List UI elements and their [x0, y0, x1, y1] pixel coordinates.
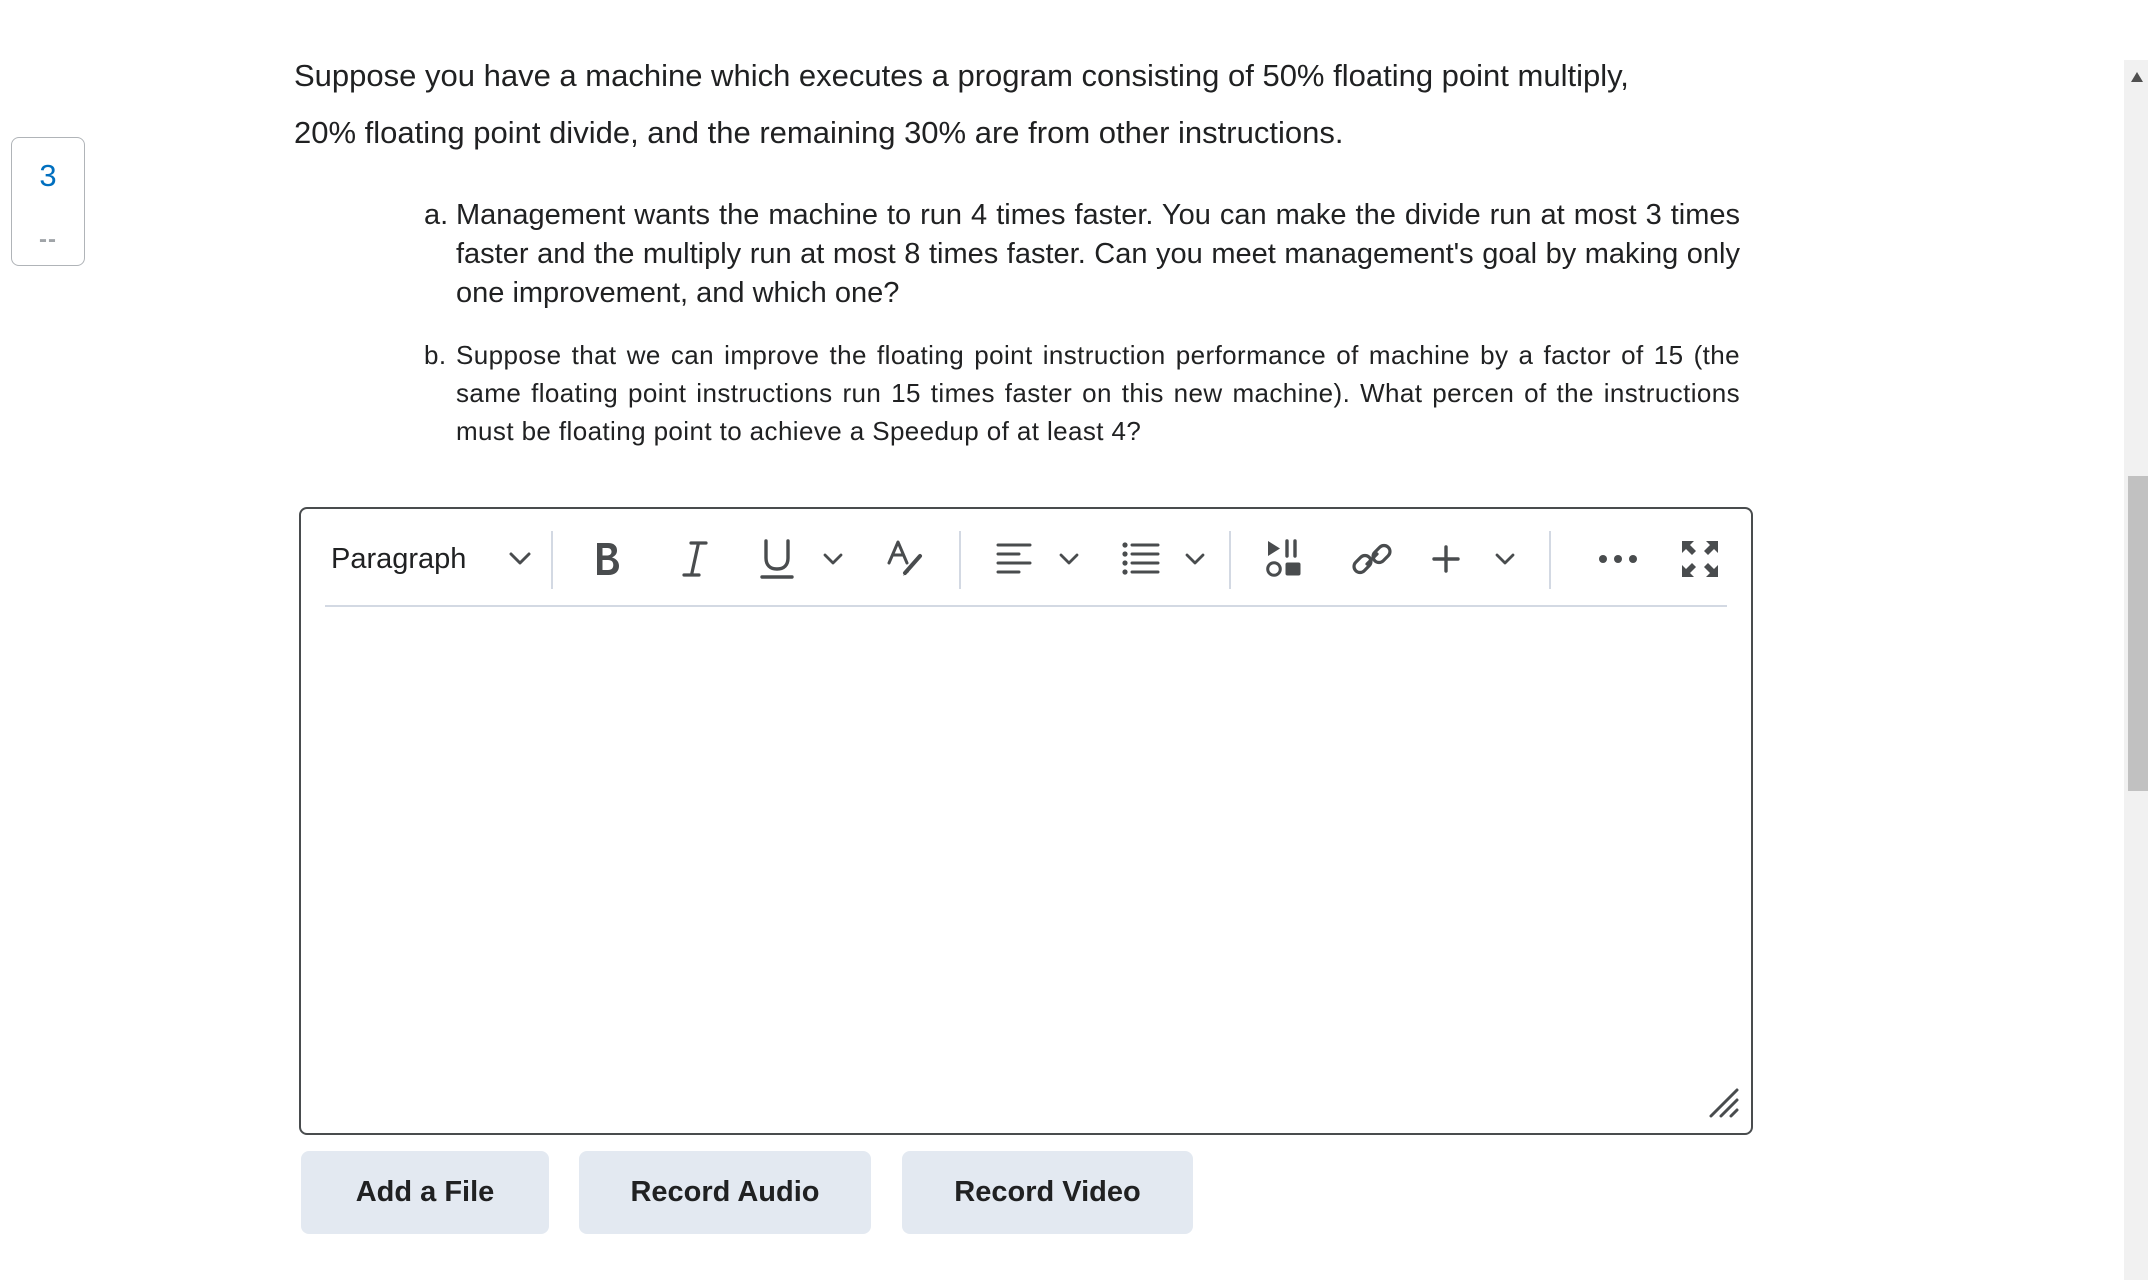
- toolbar-divider: [1229, 531, 1231, 589]
- answer-editor[interactable]: Paragraph: [299, 507, 1753, 1135]
- part-a-text: Management wants the machine to run 4 ti…: [456, 199, 1740, 309]
- chevron-down-icon: [1185, 553, 1205, 566]
- format-dropdown-label: Paragraph: [331, 542, 467, 575]
- format-dropdown[interactable]: Paragraph: [331, 531, 531, 587]
- insert-media-icon: [1265, 539, 1305, 579]
- question-part-b: b. Suppose that we can improve the float…: [418, 336, 1740, 450]
- insert-media-button[interactable]: [1260, 531, 1310, 587]
- scroll-up-arrow-icon[interactable]: [2130, 70, 2144, 88]
- question-intro-line-2: 20% floating point divide, and the remai…: [294, 115, 1344, 150]
- scrollbar-thumb[interactable]: [2128, 476, 2148, 791]
- chevron-down-icon: [1059, 553, 1079, 566]
- align-button[interactable]: [995, 531, 1079, 587]
- toolbar-divider: [959, 531, 961, 589]
- text-style-button[interactable]: [880, 531, 930, 587]
- list-button[interactable]: [1121, 531, 1205, 587]
- record-audio-button[interactable]: Record Audio: [579, 1151, 871, 1234]
- page-scrollbar[interactable]: [2124, 60, 2148, 1280]
- question-parts: a. Management wants the machine to run 4…: [418, 196, 1740, 450]
- editor-content-area[interactable]: [325, 609, 1727, 1113]
- more-options-icon: [1598, 554, 1638, 564]
- question-status: --: [39, 226, 57, 253]
- question-number: 3: [39, 158, 57, 193]
- question-intro: Suppose you have a machine which execute…: [294, 47, 1754, 161]
- insert-button[interactable]: [1431, 531, 1515, 587]
- chevron-down-icon: [509, 552, 531, 566]
- bold-button[interactable]: [581, 531, 633, 587]
- link-icon: [1352, 539, 1392, 579]
- bold-icon: [592, 540, 622, 578]
- text-style-icon: [885, 539, 925, 579]
- italic-icon: [682, 540, 708, 578]
- toolbar-divider: [551, 531, 553, 589]
- quiz-page: 3 -- Suppose you have a machine which ex…: [0, 0, 2148, 1280]
- question-number-card[interactable]: 3 --: [11, 137, 85, 266]
- align-left-icon: [995, 541, 1033, 577]
- editor-toolbar: Paragraph: [325, 517, 1727, 607]
- toolbar-divider: [1549, 531, 1551, 589]
- bulleted-list-icon: [1121, 540, 1161, 578]
- underline-icon: [759, 538, 795, 580]
- underline-button[interactable]: [759, 531, 843, 587]
- chevron-down-icon: [823, 553, 843, 566]
- chevron-down-icon: [1495, 553, 1515, 566]
- fullscreen-icon: [1680, 539, 1720, 579]
- add-file-button[interactable]: Add a File: [301, 1151, 549, 1234]
- part-a-marker: a.: [424, 199, 449, 231]
- plus-icon: [1431, 544, 1461, 574]
- part-b-text: Suppose that we can improve the floating…: [456, 340, 1740, 446]
- record-video-button[interactable]: Record Video: [902, 1151, 1193, 1234]
- question-intro-line-1: Suppose you have a machine which execute…: [294, 58, 1629, 93]
- more-options-button[interactable]: [1593, 531, 1643, 587]
- italic-button[interactable]: [669, 531, 721, 587]
- link-button[interactable]: [1347, 531, 1397, 587]
- question-part-a: a. Management wants the machine to run 4…: [418, 196, 1740, 313]
- part-b-marker: b.: [424, 340, 447, 370]
- resize-handle-icon[interactable]: [1707, 1086, 1741, 1125]
- fullscreen-button[interactable]: [1675, 531, 1725, 587]
